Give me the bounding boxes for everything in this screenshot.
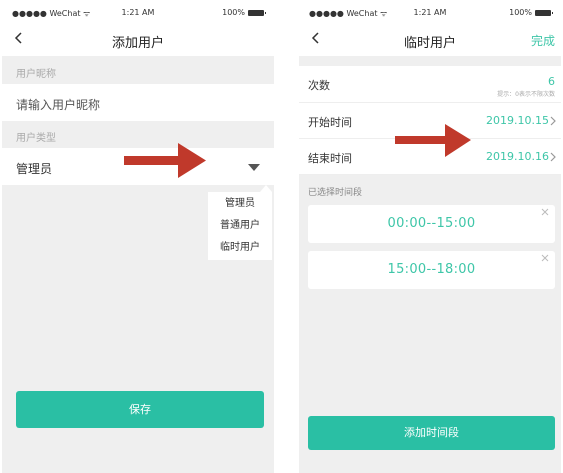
user-type-value: 管理员 — [16, 162, 53, 176]
close-icon[interactable] — [540, 207, 550, 217]
battery-percent: 100% — [509, 8, 532, 17]
save-button[interactable]: 保存 — [16, 391, 264, 428]
dropdown-option-normal[interactable]: 普通用户 — [208, 215, 272, 237]
add-time-period-button[interactable]: 添加时间段 — [308, 416, 555, 450]
battery-icon — [535, 9, 553, 16]
nav-bar: 添加用户 — [2, 24, 274, 56]
start-time-value: 2019.10.15 — [486, 114, 549, 127]
chevron-right-icon — [549, 151, 557, 163]
end-time-value: 2019.10.16 — [486, 150, 549, 163]
time-range-card: 15:00--18:00 — [308, 251, 555, 289]
status-bar: ●●●●● WeChat ᯤ 1:21 AM 100% — [2, 0, 274, 24]
count-hint: 提示：0表示不限次数 — [497, 91, 555, 98]
end-time-label: 结束时间 — [308, 152, 352, 165]
battery-icon — [248, 9, 266, 16]
time-range-text: 00:00--15:00 — [387, 216, 476, 231]
screenshot-stage: ●●●●● WeChat ᯤ 1:21 AM 100% 添加用户 用户昵称 请输… — [0, 0, 563, 473]
user-type-dropdown: 管理员 普通用户 临时用户 — [208, 192, 272, 260]
battery-indicator: 100% — [222, 8, 266, 17]
nickname-input[interactable]: 请输入用户昵称 — [2, 84, 274, 121]
nickname-label: 用户昵称 — [2, 57, 274, 84]
chevron-right-icon — [549, 115, 557, 127]
nav-bar: 临时用户 完成 — [299, 24, 561, 56]
start-time-label: 开始时间 — [308, 116, 352, 129]
temporary-user-screen: ●●●●● WeChat ᯤ 1:21 AM 100% 临时用户 完成 次数 6… — [299, 0, 561, 473]
count-value: 6 — [548, 75, 555, 88]
close-icon[interactable] — [540, 253, 550, 263]
time-range-card: 00:00--15:00 — [308, 205, 555, 243]
time-range-text: 15:00--18:00 — [387, 262, 476, 277]
page-title: 添加用户 — [111, 36, 164, 51]
count-label: 次数 — [308, 79, 330, 92]
add-user-screen: ●●●●● WeChat ᯤ 1:21 AM 100% 添加用户 用户昵称 请输… — [2, 0, 274, 473]
red-arrow-icon — [395, 124, 471, 157]
battery-indicator: 100% — [509, 8, 553, 17]
count-row[interactable]: 次数 6 提示：0表示不限次数 — [299, 66, 561, 103]
dropdown-pointer — [260, 185, 272, 192]
done-button[interactable]: 完成 — [531, 32, 555, 49]
battery-percent: 100% — [222, 8, 245, 17]
selected-periods-label: 已选择时间段 — [299, 175, 561, 205]
triangle-down-icon — [248, 164, 260, 171]
status-bar: ●●●●● WeChat ᯤ 1:21 AM 100% — [299, 0, 561, 24]
dropdown-option-admin[interactable]: 管理员 — [208, 193, 272, 215]
dropdown-option-temporary[interactable]: 临时用户 — [208, 237, 272, 259]
red-arrow-icon — [124, 143, 206, 178]
page-title: 临时用户 — [403, 36, 456, 51]
